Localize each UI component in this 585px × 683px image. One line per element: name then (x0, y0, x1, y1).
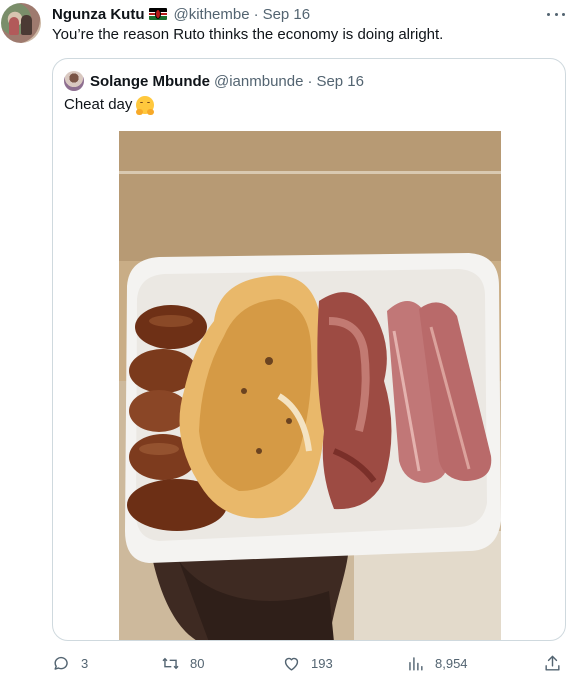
tweet-header: Ngunza Kutu @kithembe · Sep 16 (52, 4, 310, 24)
hugging-face-emoji (136, 96, 155, 115)
tweet-date[interactable]: Sep 16 (263, 6, 311, 23)
more-options-icon[interactable] (547, 6, 565, 22)
heart-icon (284, 657, 299, 671)
like-count: 193 (311, 655, 333, 671)
breakfast-plate-photo[interactable] (119, 131, 501, 640)
quoted-text-row: Cheat day (64, 95, 155, 115)
reply-button[interactable]: 3 (52, 650, 88, 676)
tweet-text: You’re the reason Ruto thinks the econom… (52, 26, 444, 43)
share-icon (545, 655, 560, 671)
retweet-icon (162, 657, 179, 669)
views-button[interactable]: 8,954 (406, 650, 468, 676)
kenya-flag-icon (149, 8, 168, 20)
author-avatar[interactable] (1, 3, 41, 43)
author-handle[interactable]: @kithembe (173, 6, 249, 23)
reply-icon (54, 656, 68, 670)
quoted-separator: · (307, 72, 313, 90)
quoted-text: Cheat day (64, 96, 133, 113)
quoted-date: Sep 16 (316, 72, 364, 90)
tweet[interactable]: Ngunza Kutu @kithembe · Sep 16 You’re th… (0, 0, 585, 683)
quoted-header: Solange Mbunde @ianmbunde · Sep 16 (64, 71, 364, 91)
view-count: 8,954 (435, 655, 468, 671)
retweet-count: 80 (190, 655, 205, 671)
author-name[interactable]: Ngunza Kutu (52, 6, 144, 23)
quoted-author-handle: @ianmbunde (214, 72, 304, 90)
reply-count: 3 (81, 655, 89, 671)
views-icon (409, 656, 423, 671)
quoted-author-avatar (64, 71, 84, 91)
separator: · (253, 5, 259, 23)
share-button[interactable] (543, 650, 562, 676)
quoted-author-name: Solange Mbunde (90, 72, 210, 90)
retweet-button[interactable]: 80 (161, 650, 204, 676)
quoted-tweet[interactable]: Solange Mbunde @ianmbunde · Sep 16 Cheat… (52, 58, 566, 641)
like-button[interactable]: 193 (282, 650, 333, 676)
action-bar: 3 80 193 8,954 (0, 650, 585, 676)
